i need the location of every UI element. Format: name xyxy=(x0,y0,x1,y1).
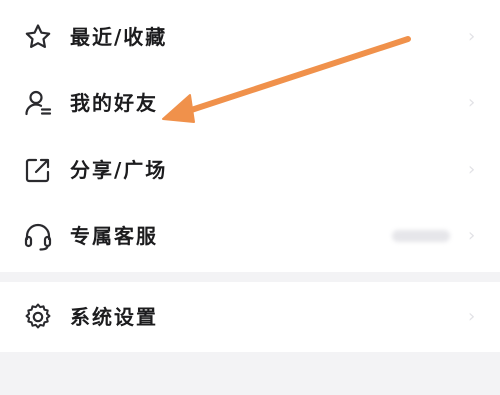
menu-item-my-friends[interactable]: 我的好友 › xyxy=(0,70,500,136)
chevron-right-icon: › xyxy=(468,92,476,113)
menu-item-label: 最近/收藏 xyxy=(70,25,168,49)
menu-item-label: 系统设置 xyxy=(70,305,158,329)
menu-item-label: 专属客服 xyxy=(70,224,158,248)
menu-item-customer-service[interactable]: 专属客服 › xyxy=(0,203,500,269)
menu-item-system-settings[interactable]: 系统设置 › xyxy=(0,284,500,350)
chevron-right-icon: › xyxy=(468,225,476,246)
menu-item-share-square[interactable]: 分享/广场 › xyxy=(0,137,500,203)
chevron-right-icon: › xyxy=(468,306,476,327)
menu-item-label: 分享/广场 xyxy=(70,158,168,182)
chevron-right-icon: › xyxy=(468,159,476,180)
gear-icon xyxy=(22,301,54,333)
page-background xyxy=(0,352,500,395)
headset-icon xyxy=(22,220,54,252)
star-icon xyxy=(22,21,54,53)
chevron-right-icon: › xyxy=(468,26,476,47)
settings-card: 系统设置 › xyxy=(0,282,500,352)
blurred-value xyxy=(392,230,450,242)
menu-item-label: 我的好友 xyxy=(70,91,158,115)
menu-item-recent-favorites[interactable]: 最近/收藏 › xyxy=(0,4,500,70)
user-list-icon xyxy=(22,87,54,119)
share-external-icon xyxy=(22,154,54,186)
menu-list-card: 最近/收藏 › 我的好友 › 分享/广场 › 专属客服 › xyxy=(0,0,500,272)
